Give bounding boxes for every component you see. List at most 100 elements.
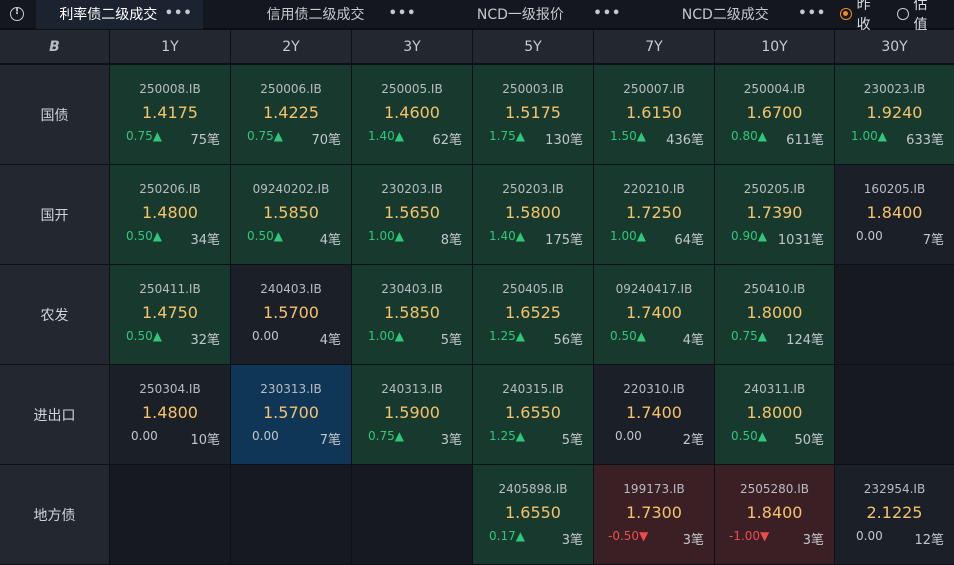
trade-count: 50笔	[794, 433, 824, 448]
quote-cell[interactable]: 230023.IB 1.9240 1.00▲ 633笔	[835, 65, 954, 164]
quote-cell[interactable]: 250007.IB 1.6150 1.50▲ 436笔	[594, 65, 714, 164]
yield-rate: 1.6700	[746, 103, 803, 122]
quote-cell[interactable]: 230403.IB 1.5850 1.00▲ 5笔	[352, 265, 472, 364]
quote-cell[interactable]: 220310.IB 1.7400 0.00 2笔	[594, 365, 714, 464]
column-header-10y[interactable]: 10Y	[715, 30, 834, 63]
yield-rate: 1.4800	[142, 203, 198, 222]
quote-cell[interactable]: 240315.IB 1.6550 1.25▲ 5笔	[473, 365, 593, 464]
quote-footer: 0.00 2笔	[594, 429, 714, 448]
bond-code: 240403.IB	[260, 282, 322, 296]
quote-cell[interactable]: 09240202.IB 1.5850 0.50▲ 4笔	[231, 165, 351, 264]
bond-code: 09240202.IB	[252, 182, 330, 196]
quote-cell[interactable]: 240313.IB 1.5900 0.75▲ 3笔	[352, 365, 472, 464]
tab-credit-bond-secondary[interactable]: 信用债二级成交 •••	[233, 0, 427, 29]
quote-cell[interactable]: 2405898.IB 1.6550 0.17▲ 3笔	[473, 465, 593, 564]
info-icon[interactable]	[10, 6, 24, 21]
change-bp: 1.40▲	[368, 129, 404, 143]
tab-ncd-primary-quote[interactable]: NCD一级报价 •••	[438, 0, 632, 29]
quote-cell[interactable]: 250410.IB 1.8000 0.75▲ 124笔	[715, 265, 834, 364]
quote-cell[interactable]: 09240417.IB 1.7400 0.50▲ 4笔	[594, 265, 714, 364]
column-header-1y[interactable]: 1Y	[110, 30, 230, 63]
change-bp: 0.50▲	[610, 329, 646, 343]
quote-cell[interactable]: 250206.IB 1.4800 0.50▲ 34笔	[110, 165, 230, 264]
column-header-30y[interactable]: 30Y	[835, 30, 954, 63]
trade-count: 2笔	[682, 433, 704, 448]
row-label: 进出口	[0, 365, 109, 464]
tab-bar: 利率债二级成交 ••• 信用债二级成交 ••• NCD一级报价 ••• NCD二…	[0, 0, 954, 33]
quote-cell[interactable]: 250405.IB 1.6525 1.25▲ 56笔	[473, 265, 593, 364]
change-bp: 0.90▲	[731, 229, 767, 243]
trade-count: 175笔	[545, 233, 583, 248]
quote-cell[interactable]: 250003.IB 1.5175 1.75▲ 130笔	[473, 65, 593, 164]
quote-cell[interactable]: 250008.IB 1.4175 0.75▲ 75笔	[110, 65, 230, 164]
tab-label: 信用债二级成交	[266, 7, 365, 23]
radio-valuation[interactable]: 估值	[897, 0, 940, 34]
quote-cell[interactable]: 220210.IB 1.7250 1.00▲ 64笔	[594, 165, 714, 264]
more-icon[interactable]: •••	[165, 6, 193, 21]
yield-rate: 1.8000	[746, 303, 803, 322]
quote-cell[interactable]: 250205.IB 1.7390 0.90▲ 1031笔	[715, 165, 834, 264]
yield-rate: 1.7400	[626, 303, 682, 322]
quote-footer: 0.00 7笔	[231, 429, 351, 448]
radio-button[interactable]	[897, 8, 909, 20]
quote-footer: -1.00▼ 3笔	[715, 529, 834, 548]
quote-cell[interactable]: 250006.IB 1.4225 0.75▲ 70笔	[231, 65, 351, 164]
yield-rate: 1.6550	[505, 503, 561, 522]
quote-footer: 0.00 10笔	[110, 429, 230, 448]
quote-cell[interactable]: 230203.IB 1.5650 1.00▲ 8笔	[352, 165, 472, 264]
quote-cell[interactable]: 250203.IB 1.5800 1.40▲ 175笔	[473, 165, 593, 264]
quote-cell[interactable]: 2505280.IB 1.8400 -1.00▼ 3笔	[715, 465, 834, 564]
quote-footer: 0.90▲ 1031笔	[715, 229, 834, 248]
trade-count: 10笔	[190, 433, 220, 448]
bond-code: 250206.IB	[139, 182, 201, 196]
tab-rate-bond-secondary[interactable]: 利率债二级成交 •••	[36, 0, 203, 29]
quote-cell[interactable]: 250005.IB 1.4600 1.40▲ 62笔	[352, 65, 472, 164]
bond-code: 230023.IB	[863, 82, 926, 96]
quote-footer: 0.50▲ 50笔	[715, 429, 834, 448]
quote-cell[interactable]: 160205.IB 1.8400 0.00 7笔	[835, 165, 954, 264]
yield-rate: 1.7400	[626, 403, 682, 422]
quote-footer: 1.00▲ 64笔	[594, 229, 714, 248]
trade-count: 7笔	[922, 233, 944, 248]
column-header-2y[interactable]: 2Y	[231, 30, 351, 63]
quote-cell[interactable]: 230313.IB 1.5700 0.00 7笔	[231, 365, 351, 464]
quote-cell[interactable]: 240311.IB 1.8000 0.50▲ 50笔	[715, 365, 834, 464]
quote-cell[interactable]: 199173.IB 1.7300 -0.50▼ 3笔	[594, 465, 714, 564]
bond-code: 250004.IB	[743, 82, 806, 96]
change-bp: 0.80▲	[731, 129, 767, 143]
radio-prev-close[interactable]: 昨收	[840, 0, 883, 34]
bond-code: 240315.IB	[502, 382, 564, 396]
quote-footer: 0.50▲ 4笔	[231, 229, 351, 248]
column-header-5y[interactable]: 5Y	[473, 30, 593, 63]
trade-count: 12笔	[914, 533, 944, 548]
quote-cell[interactable]: 250304.IB 1.4800 0.00 10笔	[110, 365, 230, 464]
change-bp: 0.75▲	[731, 329, 767, 343]
row-label: 国开	[0, 165, 109, 264]
more-icon[interactable]: •••	[389, 6, 417, 21]
more-icon[interactable]: •••	[798, 6, 826, 21]
change-bp: 1.50▲	[610, 129, 646, 143]
change-bp: 0.75▲	[126, 129, 162, 143]
bond-code: 250205.IB	[743, 182, 806, 196]
radio-button-selected[interactable]	[840, 8, 852, 20]
change-bp: -0.50▼	[608, 529, 649, 543]
trade-count: 5笔	[561, 433, 583, 448]
empty-cell	[352, 465, 472, 564]
quote-footer: 0.75▲ 124笔	[715, 329, 834, 348]
trade-count: 64笔	[674, 233, 704, 248]
trade-count: 130笔	[545, 133, 583, 148]
quote-cell[interactable]: 250411.IB 1.4750 0.50▲ 32笔	[110, 265, 230, 364]
quote-cell[interactable]: 250004.IB 1.6700 0.80▲ 611笔	[715, 65, 834, 164]
more-icon[interactable]: •••	[593, 6, 621, 21]
quote-footer: 1.00▲ 5笔	[352, 329, 472, 348]
tab-ncd-secondary[interactable]: NCD二级成交 •••	[642, 0, 836, 29]
column-header-7y[interactable]: 7Y	[594, 30, 714, 63]
column-header-3y[interactable]: 3Y	[352, 30, 472, 63]
bond-code: 09240417.IB	[615, 282, 693, 296]
trade-count: 436笔	[666, 133, 704, 148]
quote-cell[interactable]: 240403.IB 1.5700 0.00 4笔	[231, 265, 351, 364]
trade-count: 5笔	[440, 333, 462, 348]
yield-rate: 1.7390	[746, 203, 803, 222]
yield-rate: 1.5700	[263, 303, 319, 322]
quote-cell[interactable]: 232954.IB 2.1225 0.00 12笔	[835, 465, 954, 564]
